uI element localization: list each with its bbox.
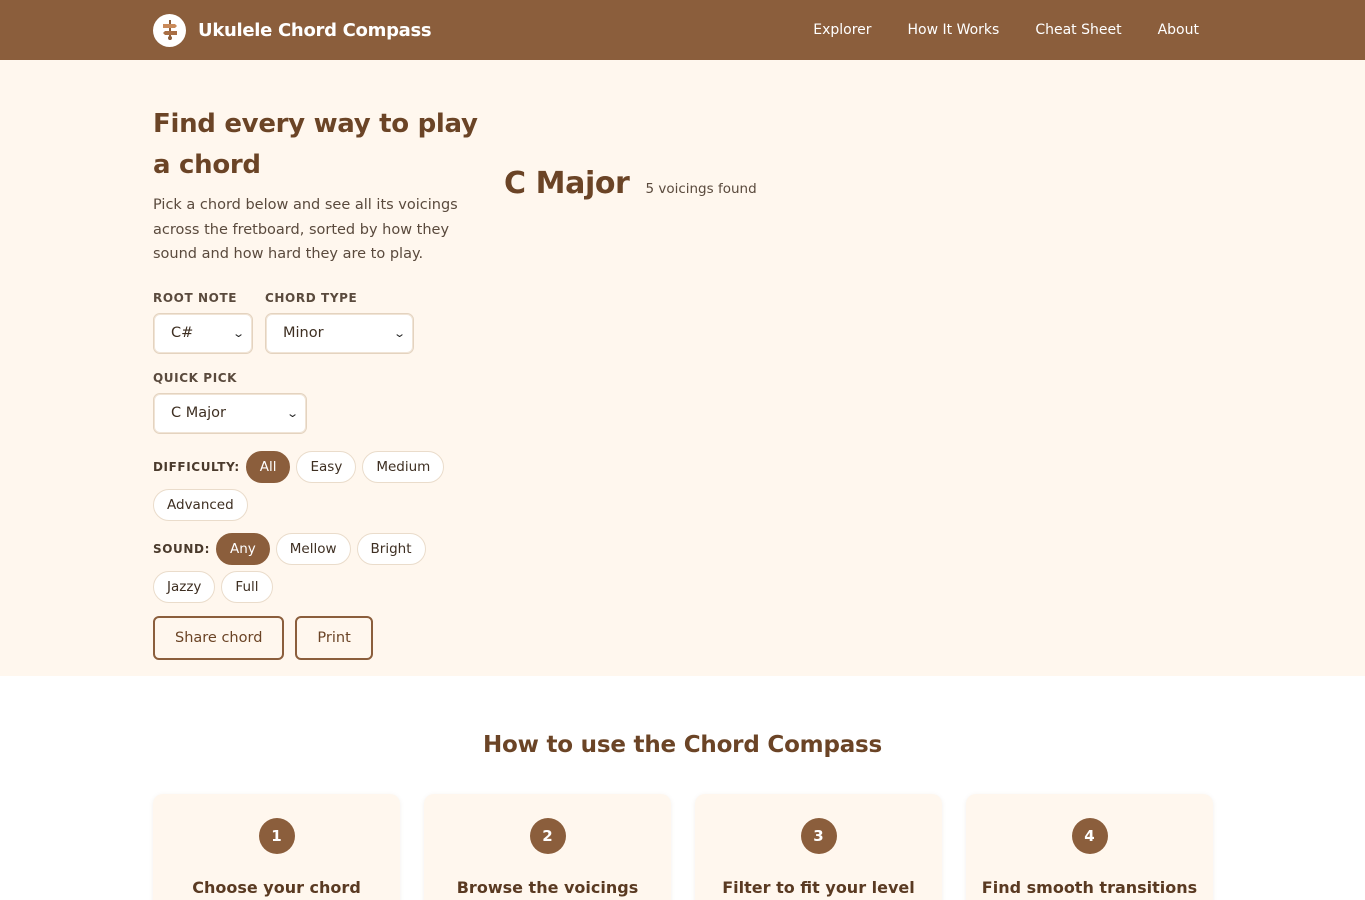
step-number: 4 [1071,818,1108,854]
root-note-field: ROOT NOTE C# ⌄ [153,291,253,354]
sound-chip-bright[interactable]: Bright [356,532,426,565]
sound-label: SOUND: [153,541,210,556]
difficulty-filter: DIFFICULTY: All Easy Medium Advanced [153,450,483,521]
difficulty-label: DIFFICULTY: [153,459,240,474]
nav-explorer[interactable]: Explorer [813,22,871,38]
step-number: 3 [800,818,837,854]
sound-chip-full[interactable]: Full [221,570,273,603]
chord-name: C Major [504,166,630,201]
how-to-section: How to use the Chord Compass 1 Choose yo… [0,676,1365,900]
nav-how-it-works[interactable]: How It Works [908,22,1000,38]
chord-type-label: CHORD TYPE [265,290,358,305]
step-title: Filter to fit your level [722,878,915,897]
root-note-label: ROOT NOTE [153,290,238,305]
chord-type-select[interactable]: Minor ⌄ [265,312,414,354]
step-card: 3 Filter to fit your level [695,794,942,900]
hero-section: Find every way to play a chord Pick a ch… [0,60,1365,676]
sound-chip-mellow[interactable]: Mellow [275,532,351,565]
difficulty-chip-easy[interactable]: Easy [296,450,357,483]
step-cards: 1 Choose your chord 2 Browse the voicing… [153,794,1213,900]
sound-filter: SOUND: Any Mellow Bright Jazzy Full [153,532,483,603]
voicing-count: 5 voicings found [645,181,757,197]
sound-chip-any[interactable]: Any [216,532,270,565]
sound-chip-jazzy[interactable]: Jazzy [153,570,216,603]
difficulty-chip-advanced[interactable]: Advanced [153,488,248,521]
step-number: 2 [529,818,566,854]
difficulty-chip-medium[interactable]: Medium [362,450,445,483]
step-title: Browse the voicings [456,878,639,897]
results-header: C Major 5 voicings found [504,166,757,201]
ukulele-signpost-icon [153,13,186,47]
share-chord-button[interactable]: Share chord [153,615,285,660]
difficulty-chip-all[interactable]: All [245,450,291,483]
root-note-select[interactable]: C# ⌄ [153,312,253,354]
step-card: 1 Choose your chord [153,794,400,900]
chord-type-field: CHORD TYPE Minor ⌄ [265,291,414,354]
app-title: Ukulele Chord Compass [198,19,432,41]
chord-actions: Share chord Print [153,615,483,660]
nav-cheat-sheet[interactable]: Cheat Sheet [1035,22,1121,38]
root-note-value: C# [171,325,194,341]
nav-about[interactable]: About [1158,22,1199,38]
top-navbar: Ukulele Chord Compass Explorer How It Wo… [0,0,1365,60]
step-title: Choose your chord [192,878,361,897]
print-button[interactable]: Print [295,615,373,660]
chord-type-value: Minor [283,325,324,341]
chevron-down-icon: ⌄ [231,326,245,340]
quick-pick-select[interactable]: C Major ⌄ [153,392,307,434]
step-card: 2 Browse the voicings [424,794,671,900]
chord-selectors: ROOT NOTE C# ⌄ CHORD TYPE Minor ⌄ [153,291,483,354]
main-nav: Explorer How It Works Cheat Sheet About [813,22,1199,38]
step-number: 1 [258,818,295,854]
step-card: 4 Find smooth transitions [966,794,1213,900]
chord-controls: Find every way to play a chord Pick a ch… [153,104,483,660]
quick-pick-value: C Major [171,405,226,421]
step-title: Find smooth transitions [981,878,1198,897]
brand[interactable]: Ukulele Chord Compass [153,13,432,47]
chevron-down-icon: ⌄ [392,326,406,340]
quick-pick-label: QUICK PICK [153,370,238,385]
chevron-down-icon: ⌄ [285,406,299,420]
hero-heading: Find every way to play a chord [153,109,478,180]
hero-description: Pick a chord below and see all its voici… [153,197,458,262]
quick-pick-field: QUICK PICK C Major ⌄ [153,371,483,434]
how-to-title: How to use the Chord Compass [482,732,883,758]
